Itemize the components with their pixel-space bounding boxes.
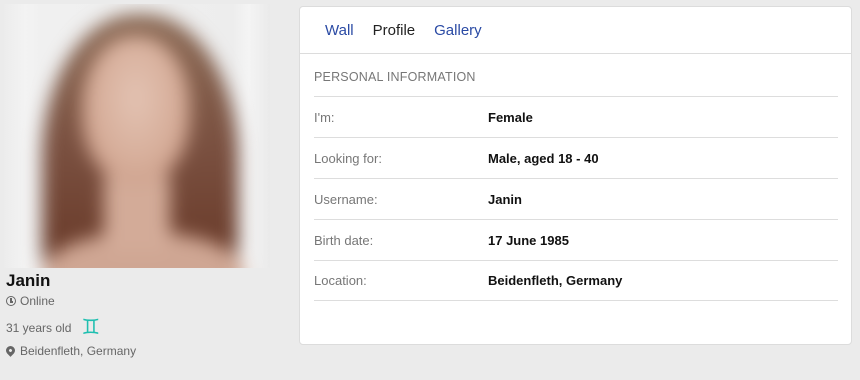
info-label: Username: [314,191,378,207]
map-pin-icon [4,343,17,357]
section-heading: PERSONAL INFORMATION [314,70,476,84]
info-row-birth-date: Birth date: 17 June 1985 [314,219,838,260]
gemini-icon: ♊ [81,316,101,339]
info-row-looking-for: Looking for: Male, aged 18 - 40 [314,137,838,178]
info-value: Female [488,109,533,125]
info-value: 17 June 1985 [488,232,569,248]
info-label: Birth date: [314,232,374,248]
profile-page: Janin Online 31 years old ♊ Beidenfleth,… [0,0,860,380]
status-text: Online [20,294,55,308]
tab-gallery[interactable]: Gallery [434,22,482,39]
personal-info-table: I'm: Female Looking for: Male, aged 18 -… [314,96,838,301]
info-value: Beidenfleth, Germany [488,273,623,288]
clock-icon [6,296,16,306]
info-label: Looking for: [314,150,382,166]
tab-wall[interactable]: Wall [325,22,354,39]
location-text: Beidenfleth, Germany [20,344,137,358]
profile-tabs: Wall Profile Gallery [300,7,851,54]
info-label: I'm: [314,109,335,125]
info-value: Janin [488,191,522,207]
online-status: Online [6,294,55,308]
tab-profile[interactable]: Profile [373,22,416,39]
info-row-username: Username: Janin [314,178,838,219]
info-row-gender: I'm: Female [314,96,838,137]
profile-name: Janin [6,271,51,290]
profile-photo[interactable] [4,4,270,268]
profile-card: Wall Profile Gallery PERSONAL INFORMATIO… [299,6,852,345]
info-value: Male, aged 18 - 40 [488,150,599,166]
location-info: Beidenfleth, Germany [4,343,137,358]
photo-blur [4,4,270,268]
info-row-location: Location: Beidenfleth, Germany [314,260,838,301]
age-info: 31 years old ♊ [6,316,101,339]
info-label: Location: [314,273,367,288]
age-text: 31 years old [6,321,72,335]
